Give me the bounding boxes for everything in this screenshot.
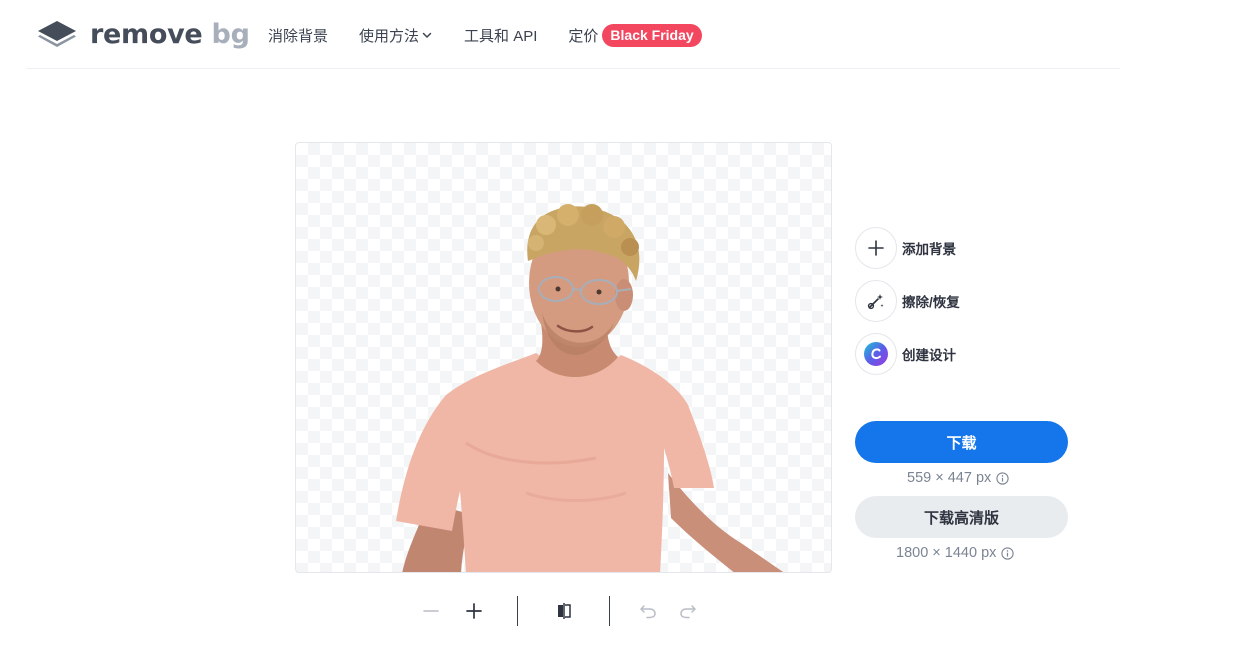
zoom-in-button[interactable] <box>462 596 486 626</box>
compare-icon <box>558 603 571 619</box>
canva-icon <box>864 342 888 366</box>
download-button[interactable]: 下载 <box>855 421 1068 463</box>
add-background-icon-wrap <box>855 227 897 269</box>
toolbar-divider <box>609 596 610 626</box>
download-size-text: 559 × 447 px <box>907 470 992 486</box>
add-background-label: 添加背景 <box>902 242 956 257</box>
top-header: remove bg 消除背景 使用方法 工具和 API 定价 Black Fri… <box>0 0 1238 70</box>
undo-button[interactable] <box>636 596 660 626</box>
minus-icon <box>423 610 439 612</box>
image-canvas[interactable] <box>295 142 832 573</box>
logo-wordmark: remove bg <box>90 19 250 50</box>
erase-restore-icon-wrap <box>855 280 897 322</box>
main-nav: 消除背景 使用方法 工具和 API 定价 Black Friday <box>268 22 702 48</box>
create-design-icon-wrap <box>855 333 897 375</box>
nav-pricing-label: 定价 <box>568 27 599 45</box>
nav-how-to-use[interactable]: 使用方法 <box>359 25 433 46</box>
nav-how-to-use-label: 使用方法 <box>359 27 420 45</box>
redo-icon <box>680 605 696 619</box>
zoom-out-button[interactable] <box>419 596 443 626</box>
editor-actions: 添加背景 擦除/恢复 创建设计 <box>855 227 960 386</box>
compare-button[interactable] <box>552 596 576 626</box>
add-background-button[interactable]: 添加背景 <box>855 227 960 269</box>
nav-remove-background[interactable]: 消除背景 <box>268 25 328 46</box>
info-icon[interactable] <box>1001 546 1015 560</box>
toolbar-divider <box>517 596 518 626</box>
chevron-down-icon <box>422 32 432 38</box>
undo-icon <box>640 605 656 619</box>
black-friday-badge[interactable]: Black Friday <box>602 23 702 47</box>
plus-icon <box>466 603 482 619</box>
logo-word-bg: bg <box>211 18 250 50</box>
logo-icon <box>38 21 76 47</box>
magic-brush-icon <box>867 294 884 310</box>
nav-tools-api-label: 工具和 API <box>464 27 538 45</box>
logo-word-remove: remove <box>90 18 203 50</box>
cutout-person-image <box>396 204 784 572</box>
download-size-info: 559 × 447 px <box>907 470 1009 486</box>
download-hd-size-info: 1800 × 1440 px <box>896 545 1015 561</box>
logo[interactable]: remove bg <box>36 14 250 54</box>
create-design-button[interactable]: 创建设计 <box>855 333 960 375</box>
nav-remove-background-label: 消除背景 <box>268 27 329 45</box>
erase-restore-button[interactable]: 擦除/恢复 <box>855 280 960 322</box>
create-design-label: 创建设计 <box>902 348 956 363</box>
plus-icon <box>868 240 884 256</box>
redo-button[interactable] <box>676 596 700 626</box>
header-divider <box>26 68 1120 69</box>
download-hd-size-text: 1800 × 1440 px <box>896 545 997 561</box>
download-hd-button[interactable]: 下载高清版 <box>855 496 1068 538</box>
erase-restore-label: 擦除/恢复 <box>902 295 960 310</box>
info-icon[interactable] <box>996 471 1009 485</box>
nav-pricing[interactable]: 定价 <box>568 25 598 46</box>
nav-tools-api[interactable]: 工具和 API <box>464 25 537 46</box>
